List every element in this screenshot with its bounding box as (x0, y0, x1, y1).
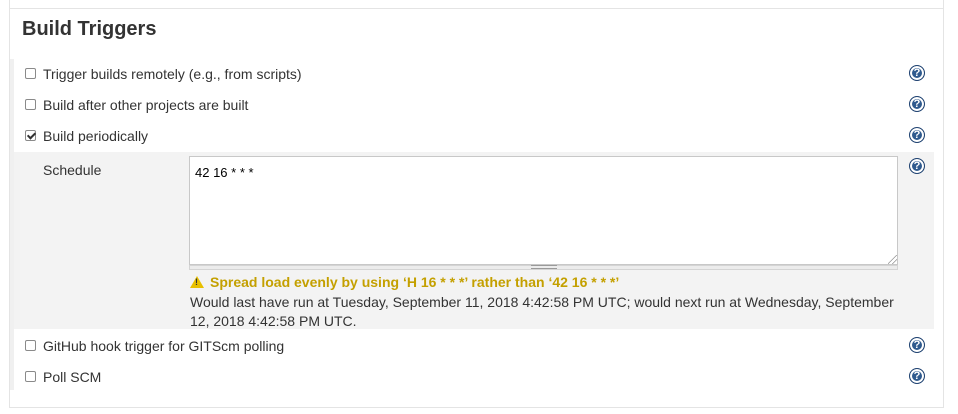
trigger-remote-checkbox[interactable] (25, 68, 36, 79)
trigger-row-periodic: Build periodically ? (14, 121, 934, 152)
warning-icon (190, 276, 204, 288)
resize-handle-icon[interactable] (888, 255, 897, 264)
trigger-after-other-checkbox[interactable] (25, 99, 36, 110)
trigger-github-hook-checkbox[interactable] (25, 340, 36, 351)
trigger-poll-scm-checkbox[interactable] (25, 371, 36, 382)
schedule-run-info: Would last have run at Tuesday, Septembe… (190, 294, 894, 329)
help-icon[interactable]: ? (909, 158, 925, 174)
top-divider (10, 8, 943, 9)
trigger-row-remote: Trigger builds remotely (e.g., from scri… (14, 59, 934, 90)
trigger-poll-scm-label[interactable]: Poll SCM (43, 369, 101, 385)
bottom-divider (10, 407, 943, 408)
help-icon[interactable]: ? (909, 65, 925, 81)
trigger-row-after-other: Build after other projects are built ? (14, 90, 934, 121)
trigger-periodic-checkbox[interactable] (25, 130, 36, 141)
help-icon[interactable]: ? (909, 127, 925, 143)
drag-grip-icon[interactable] (531, 265, 557, 269)
schedule-warning-text: Spread load evenly by using ‘H 16 * * *’… (210, 274, 620, 290)
help-icon[interactable]: ? (909, 337, 925, 353)
help-icon[interactable]: ? (909, 96, 925, 112)
trigger-row-poll-scm: Poll SCM ? (14, 362, 934, 393)
trigger-row-github-hook: GitHub hook trigger for GITScm polling ? (14, 331, 934, 362)
help-icon[interactable]: ? (909, 368, 925, 384)
trigger-periodic-label[interactable]: Build periodically (43, 128, 148, 144)
trigger-after-other-label[interactable]: Build after other projects are built (43, 97, 248, 113)
schedule-textarea[interactable]: 42 16 * * * (189, 156, 898, 265)
schedule-warning: Spread load evenly by using ‘H 16 * * *’… (190, 274, 619, 290)
schedule-panel: Schedule 42 16 * * * ? Spread load evenl… (14, 152, 934, 329)
trigger-github-hook-label[interactable]: GitHub hook trigger for GITScm polling (43, 338, 284, 354)
schedule-label: Schedule (43, 162, 102, 178)
trigger-remote-label[interactable]: Trigger builds remotely (e.g., from scri… (43, 66, 302, 82)
section-title: Build Triggers (22, 18, 157, 40)
